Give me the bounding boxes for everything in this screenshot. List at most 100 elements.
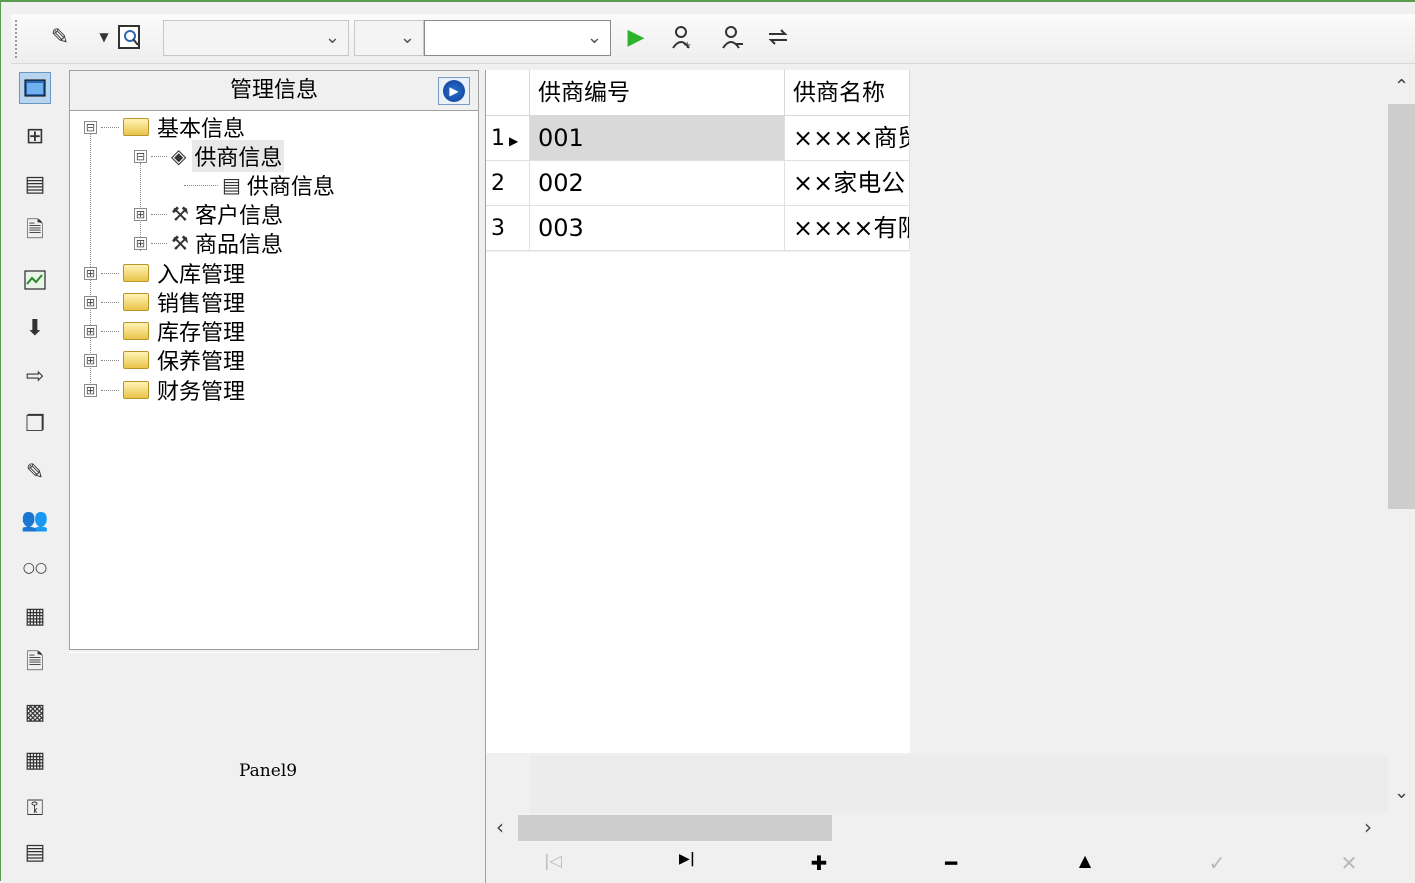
combo-2[interactable]: ⌄ bbox=[354, 20, 424, 56]
table-cell[interactable]: ××××有限 bbox=[785, 206, 910, 251]
column-header-code[interactable]: 供商编号 bbox=[530, 70, 785, 116]
table-cell[interactable]: ××××商贸 bbox=[785, 116, 910, 161]
row-indicator[interactable]: 1 ▶ bbox=[486, 116, 530, 161]
tree-node-supplier-form[interactable]: ▤ 供商信息 bbox=[184, 171, 335, 200]
tree-node-inventory[interactable]: ⊞ 库存管理 bbox=[84, 317, 245, 346]
tools-icon: ⚒ bbox=[171, 231, 189, 255]
tree-title: 管理信息 bbox=[229, 78, 318, 103]
toolbar-grip[interactable] bbox=[15, 20, 19, 58]
copy-icon[interactable]: ❐ bbox=[19, 408, 51, 440]
tree-connector bbox=[101, 389, 119, 391]
current-row-icon: ▶ bbox=[509, 134, 519, 148]
scroll-down-icon[interactable]: ⌄ bbox=[1394, 782, 1409, 803]
tree-node-supplier[interactable]: ⊟ ◈ 供商信息 bbox=[134, 140, 285, 172]
collapse-icon[interactable]: ⊟ bbox=[134, 149, 147, 163]
edit-icon[interactable]: ✎ bbox=[19, 456, 51, 488]
scroll-up-icon[interactable]: ⌃ bbox=[1394, 76, 1409, 97]
expand-icon[interactable]: ⊞ bbox=[84, 383, 97, 397]
table-cell[interactable]: 001 bbox=[530, 116, 785, 161]
tree-node-label: 供商信息 bbox=[246, 175, 335, 200]
grid-corner bbox=[486, 70, 530, 116]
table-cell[interactable]: 002 bbox=[530, 161, 785, 206]
tree-node-label: 保养管理 bbox=[157, 350, 246, 375]
expand-icon[interactable]: ⊞ bbox=[84, 353, 97, 367]
table-icon[interactable]: ▩ bbox=[19, 696, 51, 728]
table-cell[interactable]: 003 bbox=[530, 206, 785, 251]
folder-icon bbox=[123, 381, 149, 399]
key-icon[interactable]: ⚿ bbox=[19, 792, 51, 824]
tree-node-basic-info[interactable]: ⊟ 基本信息 bbox=[84, 113, 245, 142]
expand-icon[interactable]: ⊞ bbox=[134, 207, 147, 221]
tree-connector bbox=[151, 213, 167, 215]
play-circle-icon: ▶ bbox=[443, 80, 465, 102]
tree-connector bbox=[151, 155, 167, 157]
expand-icon[interactable]: ⊞ bbox=[84, 295, 97, 309]
run-icon[interactable]: ▶ bbox=[621, 22, 651, 52]
find-icon[interactable]: + bbox=[667, 22, 697, 52]
tag-icon: ◈ bbox=[171, 144, 187, 168]
row-indicator[interactable]: 3 bbox=[486, 206, 530, 251]
insert-record-button[interactable]: ✚ bbox=[804, 851, 834, 879]
scroll-left-icon[interactable]: ‹ bbox=[496, 815, 504, 839]
edit-record-button[interactable]: ▲ bbox=[1070, 851, 1100, 879]
window-icon[interactable] bbox=[19, 72, 51, 104]
filter-icon[interactable] bbox=[717, 22, 747, 52]
combo-3[interactable]: ⌄ bbox=[424, 20, 611, 56]
panel-icon[interactable]: ▤ bbox=[19, 836, 51, 868]
scroll-thumb[interactable] bbox=[1388, 104, 1415, 509]
form-icon[interactable]: ▤ bbox=[19, 168, 51, 200]
delete-record-button[interactable]: ━ bbox=[936, 851, 966, 879]
expand-icon[interactable]: ⊞ bbox=[84, 324, 97, 338]
row-indicator[interactable]: 2 bbox=[486, 161, 530, 206]
document-icon[interactable]: 🗎 bbox=[19, 216, 51, 248]
tree-node-customer[interactable]: ⊞ ⚒ 客户信息 bbox=[134, 200, 283, 229]
tree-node-sales[interactable]: ⊞ 销售管理 bbox=[84, 288, 245, 317]
combo-1[interactable]: ⌄ bbox=[163, 20, 349, 56]
tree-connector bbox=[151, 242, 167, 244]
grid-icon[interactable]: ▦ bbox=[19, 744, 51, 776]
tree-connector bbox=[101, 359, 119, 361]
horizontal-scrollbar[interactable]: ‹ › bbox=[486, 815, 1388, 843]
report-icon[interactable]: ▦ bbox=[19, 600, 51, 632]
post-record-button[interactable]: ✓ bbox=[1202, 851, 1232, 879]
pencil-icon[interactable]: ✎ bbox=[45, 22, 75, 52]
refresh-icon[interactable] bbox=[763, 22, 793, 52]
tree-node-stock-in[interactable]: ⊞ 入库管理 bbox=[84, 259, 246, 288]
panel9: Panel9 bbox=[69, 652, 441, 883]
svg-text:+: + bbox=[683, 40, 691, 50]
tree-connector bbox=[101, 330, 119, 332]
grid-empty-area bbox=[486, 252, 910, 753]
chart-icon[interactable] bbox=[19, 264, 51, 296]
export-icon[interactable]: ⇨ bbox=[19, 360, 51, 392]
report2-icon[interactable]: 🗎 bbox=[19, 648, 51, 680]
cancel-edit-button[interactable]: ✕ bbox=[1334, 851, 1364, 879]
link-icon[interactable]: ○○ bbox=[19, 552, 51, 584]
column-header-name[interactable]: 供商名称 bbox=[785, 70, 910, 116]
tree-node-finance[interactable]: ⊞ 财务管理 bbox=[84, 376, 246, 405]
chevron-down-icon: ⌄ bbox=[586, 27, 602, 48]
go-button[interactable]: ▶ bbox=[438, 77, 470, 105]
tree-connector bbox=[101, 272, 119, 274]
tree-icon[interactable]: ⊞ bbox=[19, 120, 51, 152]
tree-connector bbox=[101, 126, 119, 128]
tree-node-label: 财务管理 bbox=[157, 380, 246, 405]
expand-icon[interactable]: ⊞ bbox=[84, 266, 97, 280]
scroll-right-icon[interactable]: › bbox=[1364, 815, 1372, 839]
collapse-icon[interactable]: ⊟ bbox=[84, 120, 97, 134]
tree-node-label: 入库管理 bbox=[157, 263, 246, 288]
search-doc-icon[interactable] bbox=[115, 22, 145, 52]
first-record-button[interactable]: |◁ bbox=[538, 851, 568, 879]
row-number: 1 bbox=[491, 126, 505, 151]
panel9-label: Panel9 bbox=[239, 761, 298, 781]
users-icon[interactable]: 👥 bbox=[19, 504, 51, 536]
tree-node-goods[interactable]: ⊞ ⚒ 商品信息 bbox=[134, 229, 283, 258]
vertical-scrollbar[interactable]: ⌃ ⌄ bbox=[1388, 70, 1415, 815]
tree-node-label: 供商信息 bbox=[192, 140, 285, 172]
folder-icon bbox=[123, 118, 149, 136]
expand-icon[interactable]: ⊞ bbox=[134, 236, 147, 250]
scroll-thumb[interactable] bbox=[518, 815, 832, 841]
tree-node-maintenance[interactable]: ⊞ 保养管理 bbox=[84, 346, 246, 375]
last-record-button[interactable]: ▶| bbox=[672, 851, 702, 879]
download-icon[interactable]: ⬇ bbox=[19, 312, 51, 344]
table-cell[interactable]: ××家电公 bbox=[785, 161, 910, 206]
